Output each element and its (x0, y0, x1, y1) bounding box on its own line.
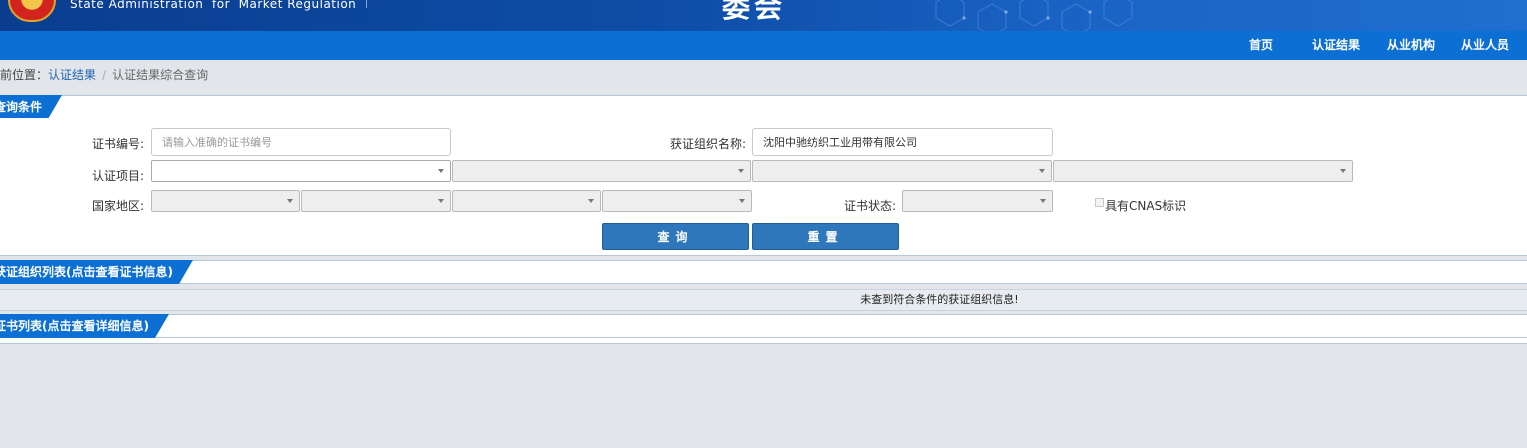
cnas-label: 具有CNAS标识 (1105, 199, 1187, 213)
breadcrumb-current: 认证结果综合查询 (112, 68, 209, 82)
region-select-level1[interactable] (151, 190, 300, 212)
org-name-label: 获证组织名称: (670, 137, 747, 151)
chevron-down-icon (738, 169, 744, 173)
header-divider (366, 0, 367, 8)
region-select-level2[interactable] (301, 190, 451, 212)
region-select-level4[interactable] (602, 190, 752, 212)
search-button[interactable]: 查询 (602, 223, 749, 250)
region-label: 国家地区: (92, 199, 145, 213)
org-list-title: 获证组织列表(点击查看证书信息) (0, 260, 193, 284)
chevron-down-icon (287, 199, 293, 203)
breadcrumb-separator: / (102, 68, 107, 82)
site-title-fragment: 委会 (722, 0, 787, 24)
region-select-level3[interactable] (452, 190, 601, 212)
chevron-down-icon (438, 169, 444, 173)
project-select-level3[interactable] (752, 160, 1052, 182)
nav-item-home[interactable]: 首页 (1249, 31, 1273, 60)
project-select-level1[interactable] (151, 160, 451, 182)
national-emblem-icon (8, 0, 56, 22)
hexagon-pattern-icon (935, 0, 1133, 31)
cert-list-body (0, 338, 1527, 344)
chevron-down-icon (1340, 169, 1346, 173)
query-section-title: 查询条件 (0, 95, 62, 119)
project-select-level4[interactable] (1053, 160, 1353, 182)
reset-button[interactable]: 重置 (752, 223, 899, 250)
org-list-header: 获证组织列表(点击查看证书信息) (0, 260, 1527, 284)
agency-english-name: State Administration for Market Regulati… (70, 0, 357, 11)
cert-no-input[interactable] (151, 128, 451, 156)
org-list-empty-message: 未查到符合条件的获证组织信息! (860, 293, 1019, 306)
chevron-down-icon (1039, 169, 1045, 173)
nav-item-personnel[interactable]: 从业人员 (1461, 31, 1509, 60)
query-form: 证书编号: 获证组织名称: 认证项目: 国家地区: 证书状态: 具有CNAS标识… (0, 118, 1527, 256)
cert-list-title: 证书列表(点击查看详细信息) (0, 314, 169, 338)
org-list-empty: 未查到符合条件的获证组织信息! (0, 289, 1527, 311)
header-banner: State Administration for Market Regulati… (0, 0, 1527, 31)
chevron-down-icon (739, 199, 745, 203)
cert-list-header: 证书列表(点击查看详细信息) (0, 314, 1527, 338)
breadcrumb: 当前位置：认证结果 / 认证结果综合查询 (0, 60, 1515, 93)
project-select-level2[interactable] (452, 160, 751, 182)
cert-no-label: 证书编号: (92, 137, 145, 151)
org-name-input[interactable] (752, 128, 1053, 156)
chevron-down-icon (1040, 199, 1046, 203)
breadcrumb-link-cert-results[interactable]: 认证结果 (48, 68, 96, 82)
query-section-header: 查询条件 (0, 95, 1527, 119)
main-nav: 首页 认证结果 从业机构 从业人员 (0, 31, 1527, 60)
chevron-down-icon (588, 199, 594, 203)
cnas-checkbox[interactable] (1095, 198, 1104, 207)
nav-item-institutions[interactable]: 从业机构 (1387, 31, 1435, 60)
status-select[interactable] (902, 190, 1053, 212)
status-label: 证书状态: (844, 199, 897, 213)
breadcrumb-prefix: 当前位置： (0, 68, 49, 82)
chevron-down-icon (438, 199, 444, 203)
project-label: 认证项目: (92, 169, 145, 183)
nav-item-cert-results[interactable]: 认证结果 (1312, 31, 1360, 60)
